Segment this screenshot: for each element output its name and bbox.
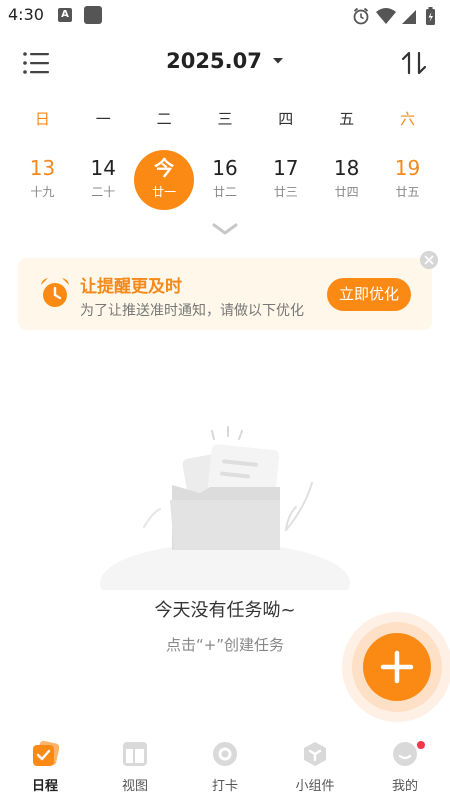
- weekday-wed: 三: [217, 110, 233, 128]
- nav-item-schedule[interactable]: 日程: [0, 734, 90, 800]
- lunar-date: 廿二: [212, 185, 237, 199]
- nav-label: 小组件: [295, 779, 335, 794]
- bottom-navigation: 日程 视图 打卡 小组件 我的: [0, 734, 450, 800]
- nav-label: 视图: [121, 779, 148, 794]
- app-header: 2025.07: [0, 40, 450, 86]
- date-number: 16: [212, 156, 238, 180]
- weekday-thu: 四: [278, 110, 294, 128]
- status-icons: [353, 7, 435, 25]
- date-cell-today[interactable]: 今 廿一: [134, 150, 195, 210]
- reminder-description: 为了让推送准时通知，请做以下优化: [80, 303, 304, 319]
- view-icon: [123, 742, 147, 766]
- date-cell[interactable]: 14 二十: [73, 150, 134, 210]
- expand-calendar-chevron-icon[interactable]: [212, 222, 238, 236]
- optimize-now-button[interactable]: 立即优化: [327, 278, 411, 311]
- date-cell[interactable]: 17 廿三: [255, 150, 316, 210]
- empty-folder-illustration: [100, 426, 350, 590]
- date-cell[interactable]: 16 廿二: [195, 150, 256, 210]
- nav-label: 打卡: [211, 779, 238, 794]
- nav-item-view[interactable]: 视图: [90, 734, 180, 800]
- date-number: 14: [90, 156, 116, 180]
- weekday-sat: 六: [399, 110, 415, 128]
- wifi-icon: [376, 8, 396, 24]
- weekday-header: 日 一 二 三 四 五 六: [12, 108, 438, 129]
- nav-item-widget[interactable]: 小组件: [270, 734, 360, 800]
- widget-icon: [304, 742, 326, 766]
- alarm-clock-icon: [41, 278, 69, 307]
- notification-dot: [417, 741, 425, 749]
- caret-down-icon: [272, 58, 283, 64]
- status-time: 4:30: [8, 5, 44, 24]
- week-dates: 13 十九 14 二十 今 廿一 16 廿二 17 廿三 18 廿四 19 廿五: [12, 150, 438, 210]
- lunar-date: 二十: [91, 185, 116, 199]
- date-number: 今: [154, 156, 175, 180]
- a-notification-icon: A: [58, 8, 72, 22]
- lunar-date: 廿五: [395, 185, 420, 199]
- cellular-icon: [402, 10, 416, 24]
- plus-icon: [380, 650, 414, 684]
- lunar-date: 廿四: [334, 185, 359, 199]
- date-number: 13: [29, 156, 56, 180]
- nav-item-checkin[interactable]: 打卡: [180, 734, 270, 800]
- sort-up-down-icon[interactable]: [400, 50, 428, 76]
- add-task-button[interactable]: [363, 633, 431, 701]
- alarm-status-icon: [353, 7, 369, 25]
- lunar-date: 廿三: [273, 185, 298, 199]
- weekday-mon: 一: [95, 110, 111, 128]
- lunar-date: 十九: [30, 185, 55, 199]
- date-number: 19: [394, 156, 421, 180]
- date-cell[interactable]: 19 廿五: [377, 150, 438, 210]
- weekday-tue: 二: [156, 110, 172, 128]
- battery-icon: [426, 7, 435, 25]
- status-bar: 4:30 A: [0, 0, 450, 32]
- close-card-icon[interactable]: [420, 251, 438, 269]
- month-selector[interactable]: 2025.07: [0, 49, 450, 73]
- date-cell[interactable]: 13 十九: [12, 150, 73, 210]
- date-cell[interactable]: 18 廿四: [316, 150, 377, 210]
- date-number: 18: [333, 156, 360, 180]
- checkin-icon: [213, 742, 237, 766]
- month-label: 2025.07: [166, 49, 262, 73]
- lunar-date: 廿一: [152, 185, 177, 199]
- nav-item-profile[interactable]: 我的: [360, 734, 450, 800]
- date-number: 17: [273, 156, 299, 180]
- weekday-fri: 五: [339, 110, 355, 128]
- profile-icon: [393, 742, 417, 766]
- nav-label: 日程: [31, 779, 58, 794]
- app-screen: 4:30 A 2025.07 日 一 二 三 四 五 六 13 十九 14 二十…: [0, 0, 450, 800]
- app-notification-icon: [84, 6, 102, 24]
- nav-label: 我的: [391, 779, 418, 794]
- weekday-sun: 日: [34, 110, 50, 128]
- reminder-optimize-card: 让提醒更及时 为了让推送准时通知，请做以下优化 立即优化: [18, 258, 432, 330]
- schedule-icon: [33, 740, 59, 766]
- reminder-title: 让提醒更及时: [80, 277, 182, 297]
